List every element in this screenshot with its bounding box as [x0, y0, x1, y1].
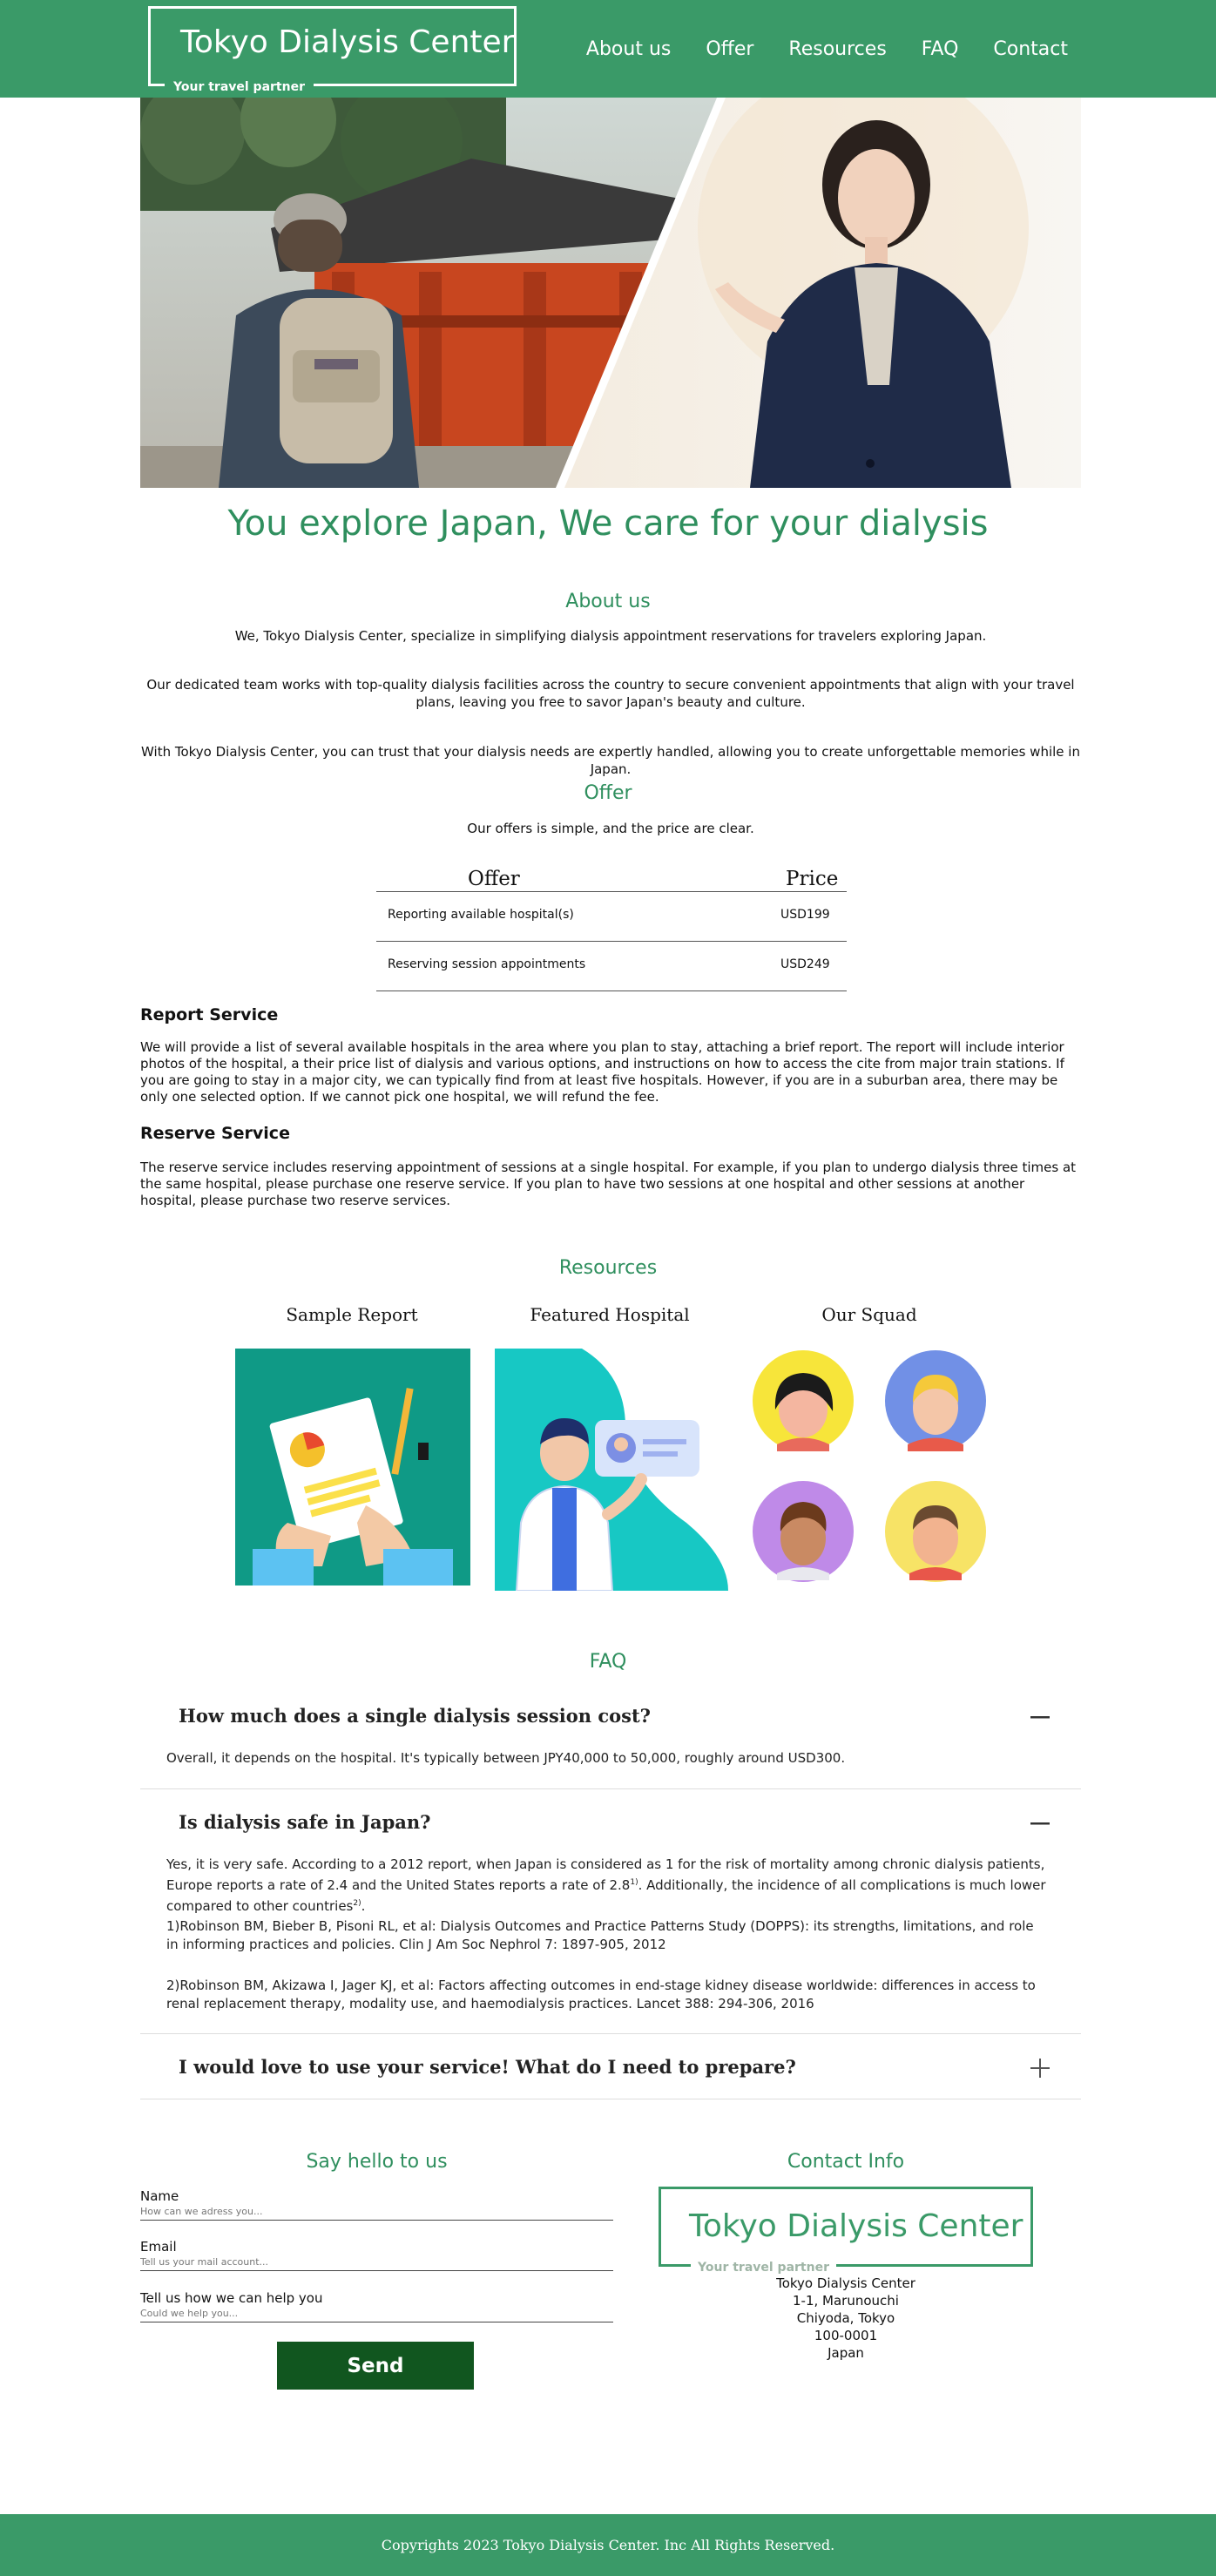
logo-title: Tokyo Dialysis Center: [180, 24, 515, 60]
faq-item: How much does a single dialysis session …: [140, 1703, 1081, 1790]
offer-intro: Our offers is simple, and the price are …: [467, 821, 754, 836]
faq-answer: Yes, it is very safe. According to a 201…: [166, 1856, 1046, 1916]
site-logo[interactable]: Tokyo Dialysis Center Your travel partne…: [148, 6, 517, 94]
message-field[interactable]: [140, 2305, 613, 2322]
address-line: Tokyo Dialysis Center: [776, 2275, 915, 2291]
featured-hospital-image[interactable]: [495, 1349, 728, 1592]
contact-logo: Tokyo Dialysis Center Your travel partne…: [659, 2187, 1033, 2275]
faq-title: FAQ: [589, 1651, 627, 1673]
email-field[interactable]: [140, 2254, 613, 2271]
contact-info-title: Contact Info: [787, 2151, 905, 2173]
about-paragraph-1: We, Tokyo Dialysis Center, specialize in…: [234, 628, 987, 644]
site-footer: Copyrights 2023 Tokyo Dialysis Center. I…: [0, 2514, 1216, 2576]
about-title: About us: [565, 591, 651, 612]
faq-reference-1: 1)Robinson BM, Bieber B, Pisoni RL, et a…: [166, 1918, 1034, 1952]
sample-report-image[interactable]: [235, 1349, 470, 1585]
offer-price: USD199: [780, 908, 830, 922]
email-label: Email: [140, 2239, 177, 2255]
site-header: Tokyo Dialysis Center Your travel partne…: [0, 0, 1216, 98]
offer-name: Reporting available hospital(s): [388, 908, 574, 922]
nav-faq[interactable]: FAQ: [922, 38, 959, 60]
report-service-text: We will provide a list of several availa…: [140, 1039, 1064, 1105]
faq-answer: Overall, it depends on the hospital. It'…: [166, 1750, 846, 1766]
collapse-icon[interactable]: [1030, 1707, 1050, 1727]
reserve-service-title: Reserve Service: [140, 1124, 290, 1143]
address-line: Chiyoda, Tokyo: [796, 2310, 895, 2326]
name-label: Name: [140, 2188, 179, 2204]
hero-image: [140, 98, 1081, 488]
offer-table-header: Offer Price: [376, 868, 847, 892]
address-line: Japan: [828, 2345, 864, 2361]
address-line: 100-0001: [814, 2328, 878, 2343]
table-row: Reporting available hospital(s) USD199: [376, 892, 847, 942]
nav-about-us[interactable]: About us: [586, 38, 671, 60]
address: Tokyo Dialysis Center 1-1, Marunouchi Ch…: [672, 2275, 1020, 2362]
about-paragraph-3: With Tokyo Dialysis Center, you can trus…: [141, 744, 1080, 777]
name-field[interactable]: [140, 2203, 613, 2221]
table-row: Reserving session appointments USD249: [376, 942, 847, 991]
price-column-header: Price: [786, 868, 839, 890]
main-nav: About us Offer Resources FAQ Contact: [586, 0, 1068, 98]
footnote-ref-2: 2): [353, 1899, 361, 1908]
contact-form-title: Say hello to us: [306, 2151, 448, 2173]
contact-logo-tagline: Your travel partner: [691, 2261, 836, 2275]
report-service-title: Report Service: [140, 1005, 279, 1024]
offer-column-header: Offer: [468, 868, 520, 890]
faq-item: I would love to use your service! What d…: [140, 2054, 1081, 2089]
faq-divider: [140, 1788, 1081, 1789]
about-paragraph-2: Our dedicated team works with top-qualit…: [146, 677, 1075, 710]
resources-title: Resources: [558, 1257, 658, 1279]
nav-offer[interactable]: Offer: [706, 38, 753, 60]
nav-contact[interactable]: Contact: [993, 38, 1068, 60]
offer-table: Offer Price Reporting available hospital…: [376, 868, 847, 991]
resource-caption-featured-hospital: Featured Hospital: [530, 1304, 690, 1325]
page-tagline: You explore Japan, We care for your dial…: [227, 504, 989, 544]
copyright-text: Copyrights 2023 Tokyo Dialysis Center. I…: [381, 2537, 835, 2553]
faq-divider: [140, 2033, 1081, 2034]
hero-illustration: [140, 98, 1081, 488]
contact-logo-title: Tokyo Dialysis Center: [689, 2208, 1023, 2244]
faq-question[interactable]: I would love to use your service! What d…: [179, 2056, 796, 2078]
collapse-icon[interactable]: [1030, 1814, 1050, 1833]
nav-resources[interactable]: Resources: [788, 38, 886, 60]
resource-caption-sample-report: Sample Report: [286, 1304, 418, 1325]
our-squad-image[interactable]: [751, 1349, 990, 1584]
faq-question[interactable]: How much does a single dialysis session …: [179, 1705, 651, 1727]
offer-title: Offer: [584, 782, 632, 804]
faq-question[interactable]: Is dialysis safe in Japan?: [179, 1811, 430, 1833]
resource-caption-our-squad: Our Squad: [821, 1304, 917, 1325]
message-label: Tell us how we can help you: [140, 2290, 323, 2306]
faq-reference-2: 2)Robinson BM, Akizawa I, Jager KJ, et a…: [166, 1978, 1036, 2011]
logo-tagline: Your travel partner: [165, 80, 314, 94]
offer-price: USD249: [780, 957, 830, 971]
faq-item: Is dialysis safe in Japan? Yes, it is ve…: [140, 1809, 1081, 2027]
offer-name: Reserving session appointments: [388, 957, 586, 971]
reserve-service-text: The reserve service includes reserving a…: [140, 1160, 1077, 1208]
footnote-ref-1: 1): [630, 1878, 638, 1887]
expand-icon[interactable]: [1030, 2059, 1050, 2078]
address-line: 1-1, Marunouchi: [793, 2293, 899, 2309]
send-button[interactable]: Send: [277, 2342, 474, 2390]
faq-answer-text-end: .: [361, 1898, 366, 1914]
